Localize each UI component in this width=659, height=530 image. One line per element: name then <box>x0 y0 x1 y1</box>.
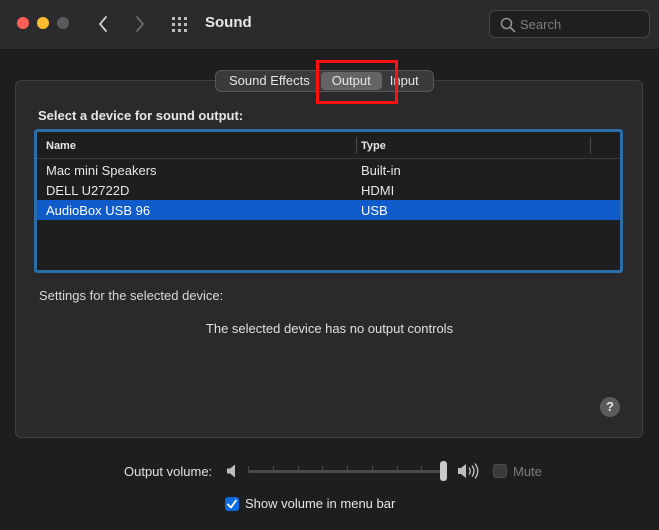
column-divider[interactable] <box>590 137 591 154</box>
column-header-name[interactable]: Name <box>46 140 76 152</box>
checkmark-icon <box>227 499 237 509</box>
table-row[interactable]: Mac mini Speakers Built-in <box>37 160 620 180</box>
table-header: Name Type <box>37 132 620 159</box>
table-row-selected[interactable]: AudioBox USB 96 USB <box>37 200 620 220</box>
tab-bar: Sound Effects Output Input <box>215 70 434 92</box>
slider-tick <box>273 466 274 470</box>
minimize-window-icon[interactable] <box>37 17 49 29</box>
title-bar: Sound <box>0 0 659 50</box>
column-header-type[interactable]: Type <box>361 140 386 152</box>
device-type: USB <box>361 203 388 218</box>
device-name: AudioBox USB 96 <box>46 203 151 218</box>
slider-tick <box>397 466 398 470</box>
show-volume-label: Show volume in menu bar <box>245 496 396 511</box>
zoom-window-icon[interactable] <box>57 17 69 29</box>
magnifying-glass-icon <box>500 17 516 33</box>
output-volume-label: Output volume: <box>124 464 213 479</box>
show-all-button[interactable] <box>170 14 192 34</box>
device-type: HDMI <box>361 183 395 198</box>
search-field[interactable] <box>489 10 650 38</box>
slider-tick <box>248 466 249 470</box>
mute-label: Mute <box>513 464 542 479</box>
slider-tick <box>421 466 422 470</box>
speaker-low-icon <box>227 464 235 478</box>
show-volume-checkbox[interactable] <box>225 497 239 511</box>
column-divider[interactable] <box>356 137 357 154</box>
search-input[interactable] <box>520 15 645 33</box>
tab-input[interactable]: Input <box>386 72 431 90</box>
forward-button[interactable] <box>129 12 151 36</box>
settings-label: Settings for the selected device: <box>39 288 224 303</box>
device-name: Mac mini Speakers <box>46 163 157 178</box>
window-title: Sound <box>205 14 252 31</box>
no-controls-message: The selected device has no output contro… <box>205 321 454 336</box>
section-label: Select a device for sound output: <box>38 108 244 123</box>
help-button[interactable]: ? <box>600 397 620 417</box>
close-window-icon[interactable] <box>17 17 29 29</box>
chevron-left-icon <box>99 16 107 32</box>
volume-slider-thumb[interactable] <box>440 461 447 481</box>
slider-tick <box>322 466 323 470</box>
slider-tick <box>347 466 348 470</box>
slider-tick <box>298 466 299 470</box>
slider-tick <box>372 466 373 470</box>
tab-output[interactable]: Output <box>320 72 382 90</box>
tab-sound-effects[interactable]: Sound Effects <box>218 72 317 90</box>
volume-slider-track[interactable] <box>248 470 446 473</box>
mute-checkbox[interactable] <box>493 464 507 478</box>
chevron-right-icon <box>136 16 144 32</box>
speaker-high-icon <box>458 463 479 479</box>
table-row[interactable]: DELL U2722D HDMI <box>37 180 620 200</box>
device-type: Built-in <box>361 163 401 178</box>
device-name: DELL U2722D <box>46 183 130 198</box>
grid-icon <box>172 17 187 32</box>
device-table[interactable]: Name Type Mac mini Speakers Built-in DEL… <box>34 129 623 273</box>
back-button[interactable] <box>92 12 114 36</box>
